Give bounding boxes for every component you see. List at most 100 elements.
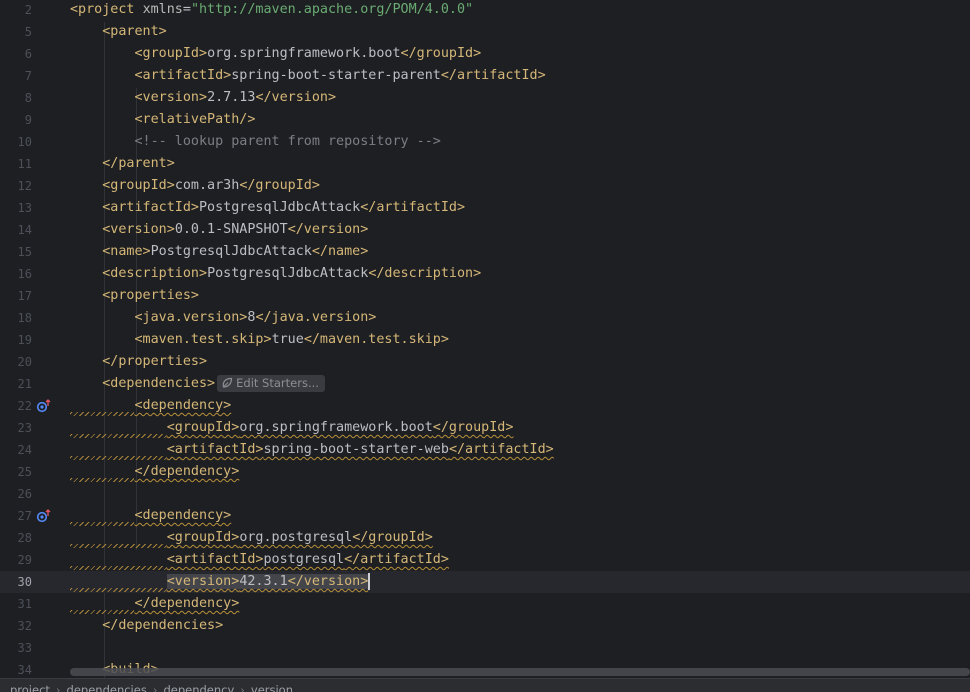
text-caret [368, 572, 371, 590]
code-text: <parent> [70, 21, 167, 43]
line-number: 7 [24, 69, 32, 83]
token: <groupId> [166, 420, 240, 435]
code-line[interactable]: 2 <project xmlns="http://maven.apache.org… [0, 0, 970, 21]
warning-underline [70, 522, 135, 526]
token: "http://maven.apache.org/POM/4.0.0" [190, 2, 474, 17]
token: org.springframework.boot [239, 420, 433, 435]
code-line[interactable]: 10 <!-- lookup parent from repository --… [0, 131, 970, 153]
token: <artifactId> [102, 200, 199, 215]
spring-leaf-icon [222, 377, 233, 388]
line-number: 33 [17, 641, 32, 655]
code-line[interactable]: 26 [0, 483, 970, 505]
code-line[interactable]: 27 <dependency> [0, 505, 970, 527]
token: </version> [287, 222, 369, 237]
line-number: 17 [17, 289, 32, 303]
code-line[interactable]: 30 <version>42.3.1</version> [0, 571, 970, 593]
line-number: 29 [17, 553, 32, 567]
line-number: 25 [17, 465, 32, 479]
token: <dependencies> [102, 376, 216, 391]
token: <version> [166, 574, 240, 589]
token: </dependency> [134, 596, 240, 611]
token: </groupId> [352, 530, 433, 545]
token: org.springframework.boot [207, 46, 401, 61]
code-text: <groupId>com.ar3h</groupId> [70, 175, 320, 197]
line-number: 23 [17, 421, 32, 435]
code-text: <properties> [70, 285, 199, 307]
token: <dependency> [134, 508, 232, 523]
code-text: <relativePath/> [70, 109, 256, 131]
code-line[interactable]: 12 <groupId>com.ar3h</groupId> [0, 175, 970, 197]
code-line[interactable]: 32 </dependencies> [0, 615, 970, 637]
code-line[interactable]: 22 <dependency> [0, 395, 970, 417]
line-number: 13 [17, 201, 32, 215]
code-line[interactable]: 24 <artifactId>spring-boot-starter-web</… [0, 439, 970, 461]
warning-underline [70, 588, 167, 592]
token: <groupId> [102, 178, 175, 193]
code-line[interactable]: 16 <description>PostgresqlJdbcAttack</de… [0, 263, 970, 285]
code-line[interactable]: 5 <parent> [0, 21, 970, 43]
code-text: </dependencies> [70, 615, 223, 637]
edit-starters-label: Edit Starters... [236, 375, 319, 390]
spring-bean-gutter-icon[interactable] [36, 509, 52, 523]
code-text: <groupId>org.springframework.boot</group… [70, 43, 482, 65]
code-line[interactable]: 7 <artifactId>spring-boot-starter-parent… [0, 65, 970, 87]
line-number: 18 [17, 311, 32, 325]
code-line[interactable]: 6 <groupId>org.springframework.boot</gro… [0, 43, 970, 65]
code-text: <artifactId>PostgresqlJdbcAttack</artifa… [70, 197, 465, 219]
line-number: 31 [17, 597, 32, 611]
code-line[interactable]: 23 <groupId>org.springframework.boot</gr… [0, 417, 970, 439]
code-editor[interactable]: 2 <project xmlns="http://maven.apache.org… [0, 0, 970, 678]
token: com.ar3h [174, 178, 240, 193]
code-line[interactable]: 33 [0, 637, 970, 659]
line-number: 6 [24, 47, 32, 61]
code-line[interactable]: 15 <name>PostgresqlJdbcAttack</name> [0, 241, 970, 263]
code-line[interactable]: 29 <artifactId>postgresql</artifactId> [0, 549, 970, 571]
code-line[interactable]: 25 </dependency> [0, 461, 970, 483]
code-line[interactable]: 13 <artifactId>PostgresqlJdbcAttack</art… [0, 197, 970, 219]
code-line[interactable]: 28 <groupId>org.postgresql</groupId> [0, 527, 970, 549]
token: 42.3.1 [239, 574, 288, 589]
line-number: 26 [17, 487, 32, 501]
warning-underline [70, 566, 167, 570]
token: </artifactId> [440, 68, 546, 83]
token: <name> [102, 244, 151, 259]
token: <parent> [102, 24, 167, 39]
token: </parent> [102, 156, 175, 171]
warning-underline [70, 434, 167, 438]
token: <groupId> [134, 46, 208, 61]
token: org.postgresql [239, 530, 353, 545]
edit-starters-button[interactable]: Edit Starters... [217, 374, 325, 392]
code-line[interactable]: 19 <maven.test.skip>true</maven.test.ski… [0, 329, 970, 351]
token: </groupId> [400, 46, 482, 61]
token: <java.version> [134, 310, 248, 325]
line-number: 2 [24, 3, 32, 17]
code-line[interactable]: 9 <relativePath/> [0, 109, 970, 131]
line-number: 24 [17, 443, 32, 457]
code-line[interactable]: 11 </parent> [0, 153, 970, 175]
spring-bean-gutter-icon[interactable] [36, 399, 52, 413]
token: </version> [255, 90, 337, 105]
line-number: 32 [17, 619, 32, 633]
code-line[interactable]: 14 <version>0.0.1-SNAPSHOT</version> [0, 219, 970, 241]
token: </dependencies> [102, 618, 224, 633]
code-line[interactable]: 8 <version>2.7.13</version> [0, 87, 970, 109]
token: <description> [102, 266, 208, 281]
token: <project [70, 2, 143, 17]
token: </java.version> [255, 310, 377, 325]
token: </version> [287, 574, 369, 589]
token: 2.7.13 [207, 90, 256, 105]
token: </groupId> [432, 420, 514, 435]
breadcrumb-bar: project › dependencies › dependency › version [0, 678, 970, 692]
code-line[interactable]: 21 <dependencies> Edit Starters... [0, 373, 970, 395]
code-line[interactable]: 31 </dependency> [0, 593, 970, 615]
code-text: <maven.test.skip>true</maven.test.skip> [70, 329, 449, 351]
token: <artifactId> [166, 442, 264, 457]
code-text: </properties> [70, 351, 207, 373]
code-line[interactable]: 20 </properties> [0, 351, 970, 373]
code-line[interactable]: 18 <java.version>8</java.version> [0, 307, 970, 329]
code-line[interactable]: 17 <properties> [0, 285, 970, 307]
horizontal-scrollbar[interactable] [70, 668, 970, 676]
token: PostgresqlJdbcAttack [150, 244, 312, 259]
code-text: <description>PostgresqlJdbcAttack</descr… [70, 263, 481, 285]
token: </maven.test.skip> [303, 332, 449, 347]
